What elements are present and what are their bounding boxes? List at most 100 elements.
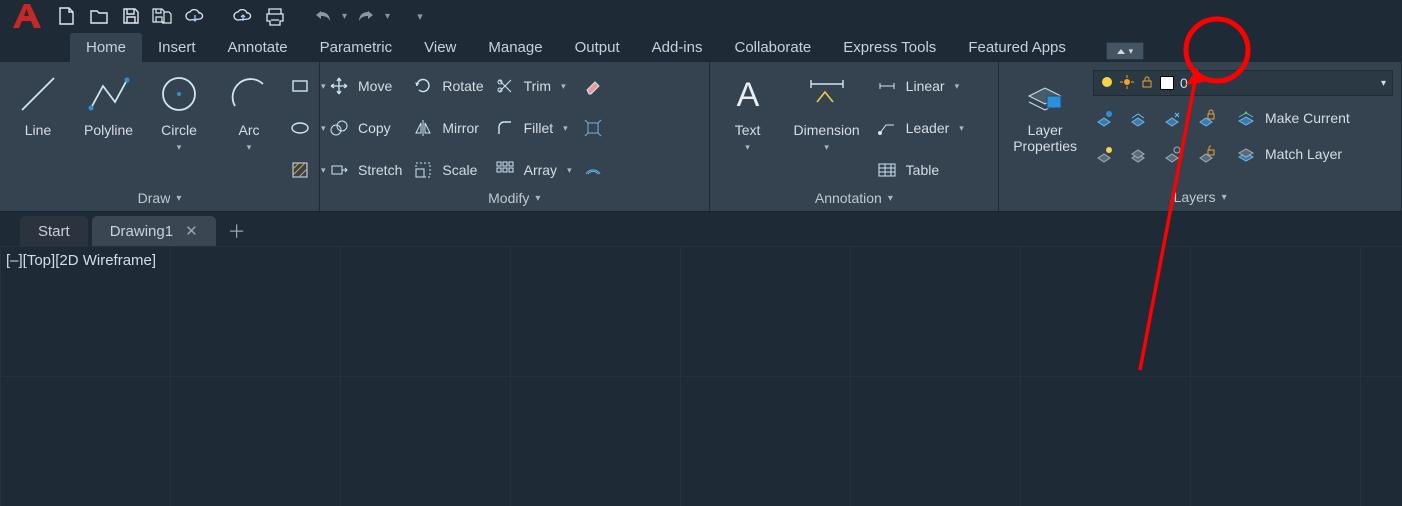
redo-icon[interactable] [353, 3, 379, 29]
tool-dimension[interactable]: Dimension▾ [788, 68, 866, 155]
layer-sun-icon [1120, 75, 1134, 92]
doc-tab-drawing1[interactable]: Drawing1 ✕ [92, 216, 216, 246]
tab-parametric[interactable]: Parametric [304, 33, 409, 62]
line-icon [14, 70, 62, 118]
save-icon[interactable] [118, 3, 144, 29]
new-file-icon[interactable] [54, 3, 80, 29]
tab-home[interactable]: Home [70, 33, 142, 62]
close-icon[interactable]: ✕ [185, 222, 198, 240]
tab-featured[interactable]: Featured Apps [952, 33, 1082, 62]
layer-bulb-on-icon [1100, 75, 1114, 92]
panel-title-modify[interactable]: Modify▾ [328, 186, 701, 212]
panel-title-annotation[interactable]: Annotation▾ [718, 186, 991, 212]
circle-icon [155, 70, 203, 118]
tool-make-current[interactable]: Make Current [1235, 102, 1350, 134]
layer-on-icon[interactable] [1093, 143, 1115, 165]
panel-draw: Line Polyline Circle▾ Arc▾ [0, 62, 320, 211]
tool-explode[interactable] [582, 112, 604, 144]
table-icon [876, 159, 898, 181]
layer-lock-icon [1140, 75, 1154, 92]
ellipse-icon [289, 117, 311, 139]
drawing-canvas[interactable]: [–][Top][2D Wireframe] [0, 246, 1402, 506]
match-layer-icon [1235, 143, 1257, 165]
tool-scale[interactable]: Scale [412, 154, 483, 186]
tool-move[interactable]: Move [328, 70, 402, 102]
layer-color-swatch [1160, 76, 1174, 90]
panel-title-layers[interactable]: Layers▾ [1007, 185, 1393, 211]
rotate-icon [412, 75, 434, 97]
document-tabs: Start Drawing1 ✕ ＋ [0, 212, 1402, 246]
undo-icon[interactable] [310, 3, 336, 29]
layer-properties-icon [1021, 70, 1069, 118]
new-doc-tab-button[interactable]: ＋ [220, 216, 254, 246]
tool-rotate[interactable]: Rotate [412, 70, 483, 102]
layer-unisolate-icon[interactable] [1127, 143, 1149, 165]
tool-polyline[interactable]: Polyline [78, 68, 139, 140]
cloud-open-icon[interactable] [182, 3, 208, 29]
tool-array[interactable]: Array▾ [494, 154, 572, 186]
layer-thaw-icon[interactable] [1161, 143, 1183, 165]
erase-icon [582, 75, 604, 97]
doc-tab-start[interactable]: Start [20, 216, 88, 246]
panel-title-draw[interactable]: Draw▾ [8, 186, 311, 212]
explode-icon [582, 117, 604, 139]
tab-annotate[interactable]: Annotate [212, 33, 304, 62]
linear-icon [876, 75, 898, 97]
open-file-icon[interactable] [86, 3, 112, 29]
tab-manage[interactable]: Manage [472, 33, 558, 62]
tool-linear[interactable]: Linear▾ [876, 70, 964, 102]
trim-icon [494, 75, 516, 97]
ribbon: Line Polyline Circle▾ Arc▾ [0, 62, 1402, 212]
stretch-icon [328, 159, 350, 181]
layer-selector[interactable]: 0 ▾ [1093, 70, 1393, 96]
tab-express[interactable]: Express Tools [827, 33, 952, 62]
ribbon-tabs: Home Insert Annotate Parametric View Man… [0, 32, 1402, 62]
saveas-icon[interactable] [150, 3, 176, 29]
layer-unlock-icon[interactable] [1195, 143, 1217, 165]
tool-fillet[interactable]: Fillet▾ [494, 112, 572, 144]
layer-isolate-icon[interactable] [1127, 107, 1149, 129]
tool-text[interactable]: A Text▾ [718, 68, 778, 155]
layer-freeze-icon[interactable] [1161, 107, 1183, 129]
svg-text:A: A [736, 76, 759, 114]
tool-offset[interactable] [582, 154, 604, 186]
tool-erase[interactable] [582, 70, 604, 102]
mirror-icon [412, 117, 434, 139]
panel-annotation: A Text▾ Dimension▾ Linear▾ Leader▾ Table… [710, 62, 1000, 211]
tool-circle[interactable]: Circle▾ [149, 68, 209, 155]
qat-overflow-icon[interactable]: ▾ [412, 3, 428, 29]
make-current-icon [1235, 107, 1257, 129]
tab-collaborate[interactable]: Collaborate [718, 33, 827, 62]
arc-icon [225, 70, 273, 118]
quick-access-toolbar: ▾ ▾ ▾ [0, 0, 1402, 32]
copy-icon [328, 117, 350, 139]
tool-match-layer[interactable]: Match Layer [1235, 138, 1342, 170]
viewport-label[interactable]: [–][Top][2D Wireframe] [6, 252, 156, 269]
tool-stretch[interactable]: Stretch [328, 154, 402, 186]
tool-mirror[interactable]: Mirror [412, 112, 483, 144]
panel-modify: Move Copy Stretch Rotate Mirror Scale Tr… [320, 62, 710, 211]
tool-arc[interactable]: Arc▾ [219, 68, 279, 155]
layer-name-label: 0 [1180, 75, 1375, 91]
layer-off-icon[interactable] [1093, 107, 1115, 129]
scale-icon [412, 159, 434, 181]
tool-trim[interactable]: Trim▾ [494, 70, 572, 102]
tab-view[interactable]: View [408, 33, 472, 62]
cloud-save-icon[interactable] [230, 3, 256, 29]
tab-insert[interactable]: Insert [142, 33, 212, 62]
tool-leader[interactable]: Leader▾ [876, 112, 964, 144]
tool-copy[interactable]: Copy [328, 112, 402, 144]
layer-state-icons-row-1: Make Current [1093, 104, 1393, 132]
tool-layer-properties[interactable]: Layer Properties [1007, 68, 1083, 156]
app-logo[interactable] [6, 0, 48, 32]
text-icon: A [724, 70, 772, 118]
tab-addins[interactable]: Add-ins [636, 33, 719, 62]
print-icon[interactable] [262, 3, 288, 29]
polyline-icon [85, 70, 133, 118]
tab-output[interactable]: Output [559, 33, 636, 62]
layer-lock-tool-icon[interactable] [1195, 107, 1217, 129]
tool-table[interactable]: Table [876, 154, 964, 186]
offset-icon [582, 159, 604, 181]
tool-line[interactable]: Line [8, 68, 68, 140]
ribbon-collapse-button[interactable]: ▾ [1106, 42, 1144, 60]
